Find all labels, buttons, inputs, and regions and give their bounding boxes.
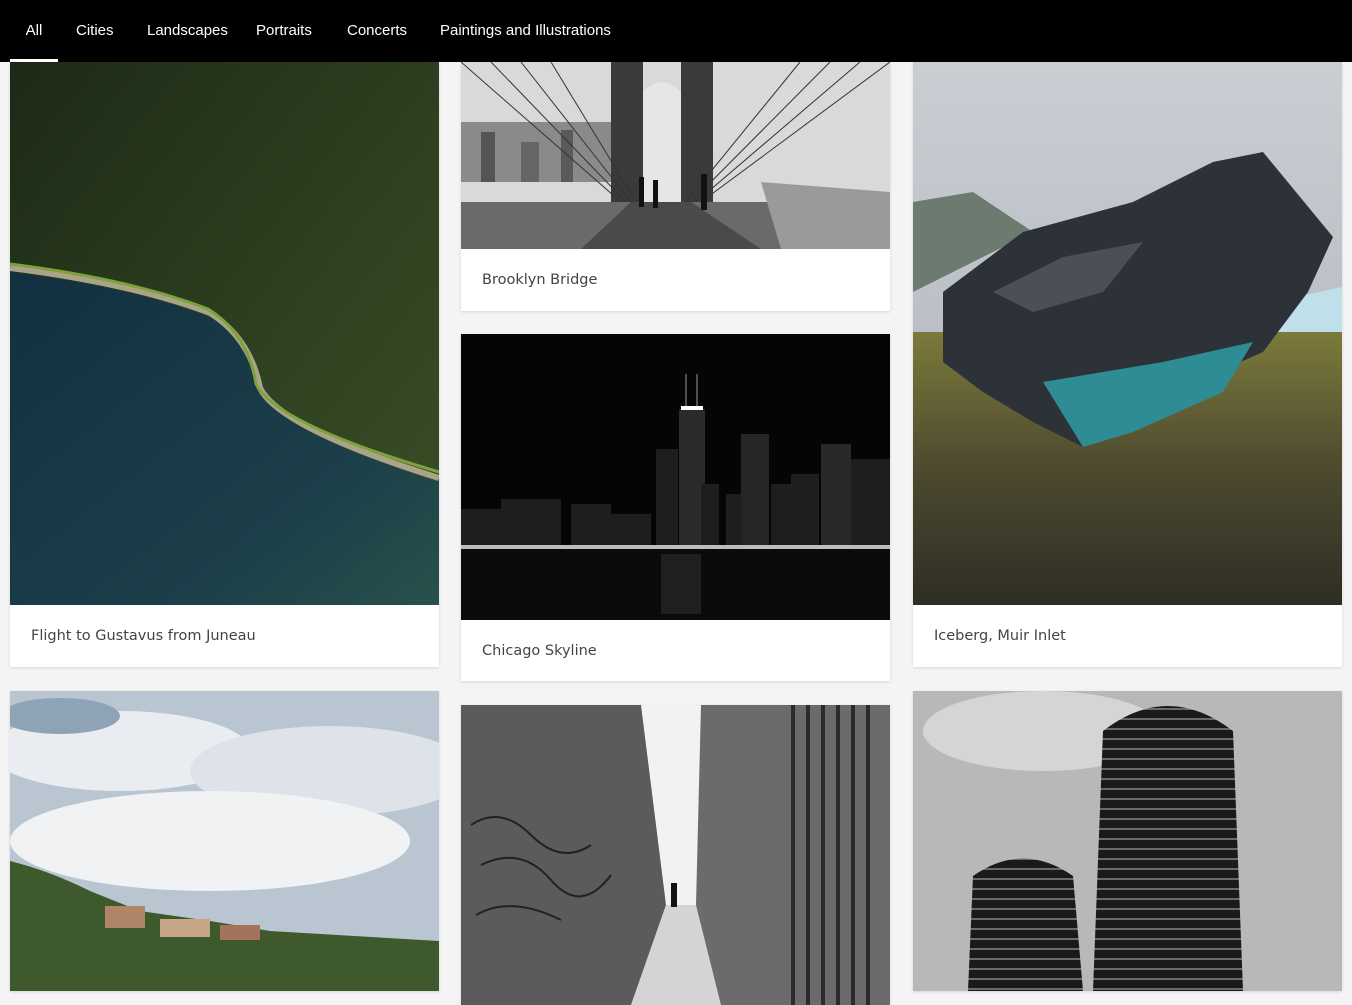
gallery-card[interactable]: Chicago Skyline xyxy=(461,334,890,681)
card-caption: Chicago Skyline xyxy=(482,643,597,659)
gallery-card[interactable] xyxy=(461,705,890,1005)
gallery-card[interactable] xyxy=(913,691,1342,991)
card-caption: Brooklyn Bridge xyxy=(482,272,598,288)
tab-cities[interactable]: Cities xyxy=(76,0,114,62)
photo-round-tower-building xyxy=(913,691,1342,991)
photo-suspension-bridge-walkway xyxy=(461,62,890,249)
gallery-card[interactable] xyxy=(10,691,439,991)
tab-all[interactable]: All xyxy=(10,0,58,62)
category-nav: All Cities Landscapes Portraits Concerts… xyxy=(0,0,1352,62)
card-caption: Iceberg, Muir Inlet xyxy=(934,628,1066,644)
gallery-card[interactable]: Iceberg, Muir Inlet xyxy=(913,62,1342,667)
tab-paintings-and-illustrations[interactable]: Paintings and Illustrations xyxy=(440,0,611,62)
tab-portraits[interactable]: Portraits xyxy=(256,0,312,62)
gallery-card[interactable]: Brooklyn Bridge xyxy=(461,62,890,311)
card-caption: Flight to Gustavus from Juneau xyxy=(31,628,256,644)
gallery-card[interactable]: Flight to Gustavus from Juneau xyxy=(10,62,439,667)
photo-iceberg-on-shore xyxy=(913,62,1342,605)
photo-cloudy-sky-hillside-houses xyxy=(10,691,439,991)
photo-aerial-forest-lake xyxy=(10,62,439,605)
photo-city-skyline-night xyxy=(461,334,890,620)
tab-landscapes[interactable]: Landscapes xyxy=(147,0,228,62)
tab-concerts[interactable]: Concerts xyxy=(347,0,407,62)
photo-graffiti-alley xyxy=(461,705,890,1005)
